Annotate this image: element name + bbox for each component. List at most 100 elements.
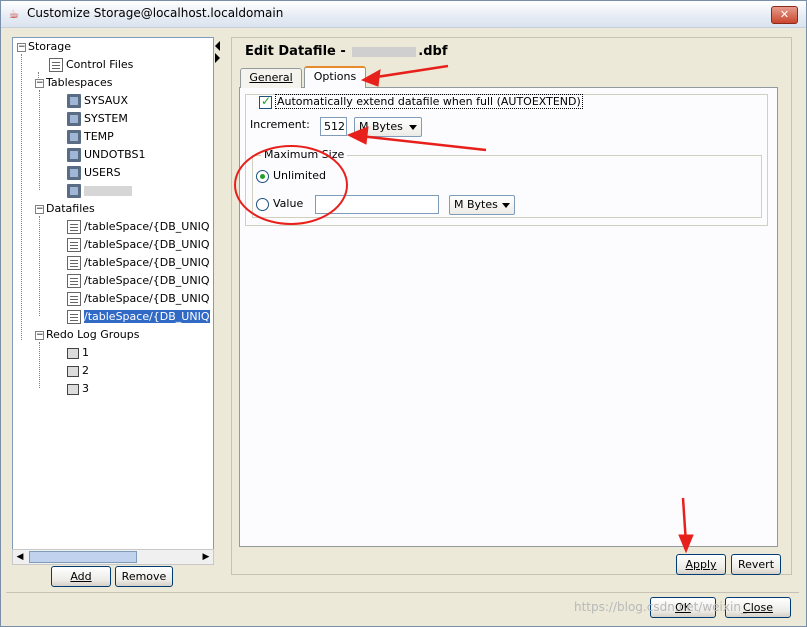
collapse-icon[interactable]: − [35, 78, 44, 88]
autoextend-label[interactable]: Automatically extend datafile when full … [275, 94, 583, 109]
max-size-unit-value: M Bytes [454, 198, 498, 211]
tree-label: Control Files [66, 58, 134, 71]
tab-options[interactable]: Options [304, 66, 366, 88]
value-label[interactable]: Value [273, 197, 303, 210]
database-icon [67, 94, 81, 108]
unlimited-radio[interactable] [256, 170, 269, 183]
database-icon [67, 130, 81, 144]
tree-label: SYSAUX [84, 94, 128, 107]
max-size-value-input[interactable] [315, 195, 439, 214]
file-icon [67, 220, 81, 234]
log-group-icon [67, 365, 79, 377]
revert-button-label: Revert [737, 558, 775, 571]
max-size-unit-select[interactable]: M Bytes [449, 195, 515, 215]
file-icon [67, 256, 81, 270]
maximum-size-title: Maximum Size [261, 148, 348, 161]
collapse-left-icon[interactable] [215, 41, 220, 51]
tree-node-tablespace[interactable]: USERS [67, 164, 121, 182]
add-button-label: Add [70, 570, 92, 583]
collapse-icon[interactable]: − [35, 330, 44, 340]
tree-label: Storage [28, 40, 72, 53]
file-icon [67, 274, 81, 288]
tab-label: General [249, 71, 293, 84]
tree-node-datafile[interactable]: /tableSpace/{DB_UNIQ [67, 218, 210, 236]
scroll-thumb[interactable] [29, 551, 137, 563]
tree-label: /tableSpace/{DB_UNIQ [84, 220, 210, 233]
increment-unit-select[interactable]: M Bytes [354, 117, 422, 137]
tree-label: /tableSpace/{DB_UNIQ [84, 238, 210, 251]
close-button-label: Close [743, 601, 773, 614]
tree-horizontal-scrollbar[interactable]: ◀ ▶ [12, 549, 214, 565]
tree-label: /tableSpace/{DB_UNIQ [84, 274, 210, 287]
tree-node-tablespace-redacted[interactable] [67, 182, 132, 200]
tree-node-datafile[interactable]: /tableSpace/{DB_UNIQ [67, 290, 210, 308]
database-icon [67, 112, 81, 126]
tree-label: 3 [82, 382, 89, 395]
tree-node-log-group[interactable]: 3 [67, 380, 89, 398]
tree-node-tablespace[interactable]: SYSTEM [67, 110, 128, 128]
increment-label: Increment: [250, 118, 310, 131]
close-window-button[interactable]: ✕ [771, 6, 798, 24]
autoextend-checkbox[interactable] [259, 94, 272, 109]
edit-datafile-title: Edit Datafile - .dbf [245, 44, 448, 59]
tree-node-datafile-selected[interactable]: /tableSpace/{DB_UNIQ [67, 308, 210, 326]
tab-general[interactable]: General [240, 68, 302, 88]
log-group-icon [67, 347, 79, 359]
tree-label: /tableSpace/{DB_UNIQ [84, 256, 210, 269]
tree-node-log-group[interactable]: 2 [67, 362, 89, 380]
tree-label: 2 [82, 364, 89, 377]
tree-node-datafile[interactable]: /tableSpace/{DB_UNIQ [67, 254, 210, 272]
chevron-down-icon [409, 125, 417, 130]
tree-node-redo-log-groups[interactable]: − Redo Log Groups [35, 326, 140, 344]
tree-label: UNDOTBS1 [84, 148, 146, 161]
expand-right-icon[interactable] [215, 53, 220, 63]
apply-button[interactable]: Apply [676, 554, 726, 575]
collapse-icon[interactable]: − [35, 204, 44, 214]
tree-node-storage[interactable]: − Storage [17, 38, 71, 56]
tree-node-log-group[interactable]: 1 [67, 344, 89, 362]
footer-divider [6, 592, 799, 593]
tree-label: /tableSpace/{DB_UNIQ [84, 310, 210, 323]
file-icon [67, 310, 81, 324]
tab-label: Options [313, 70, 357, 83]
tree-node-tablespaces[interactable]: − Tablespaces [35, 74, 112, 92]
tree-label: Tablespaces [46, 76, 113, 89]
watermark: https://blog.csdn.net/weixin_ [574, 600, 747, 614]
pane-splitter[interactable] [214, 37, 221, 565]
tree-node-tablespace[interactable]: TEMP [67, 128, 114, 146]
remove-button[interactable]: Remove [115, 566, 173, 587]
tree-label: USERS [84, 166, 121, 179]
window-title: Customize Storage@localhost.localdomain [27, 6, 284, 20]
collapse-icon[interactable]: − [17, 42, 26, 52]
storage-tree[interactable]: − Storage Control Files − Tablespaces SYSA… [12, 37, 214, 550]
tree-node-tablespace[interactable]: UNDOTBS1 [67, 146, 145, 164]
value-radio[interactable] [256, 198, 269, 211]
tree-node-datafiles[interactable]: − Datafiles [35, 200, 95, 218]
chevron-down-icon [502, 203, 510, 208]
scroll-left-icon[interactable]: ◀ [13, 550, 27, 564]
increment-input[interactable]: 512 [320, 117, 347, 136]
title-bar: ☕ Customize Storage@localhost.localdomai… [1, 1, 806, 28]
redacted-label [84, 186, 132, 196]
unlimited-label[interactable]: Unlimited [273, 169, 326, 182]
database-icon [67, 166, 81, 180]
tree-node-tablespace[interactable]: SYSAUX [67, 92, 128, 110]
tree-node-datafile[interactable]: /tableSpace/{DB_UNIQ [67, 236, 210, 254]
file-icon [67, 238, 81, 252]
tree-label: 1 [82, 346, 89, 359]
database-icon [67, 148, 81, 162]
tree-label: SYSTEM [84, 112, 128, 125]
scroll-right-icon[interactable]: ▶ [199, 550, 213, 564]
java-icon: ☕ [8, 7, 20, 21]
tree-label: Redo Log Groups [46, 328, 140, 341]
redacted-filename [352, 46, 417, 57]
file-icon [67, 292, 81, 306]
increment-unit-value: M Bytes [359, 120, 403, 133]
tree-node-control-files[interactable]: Control Files [49, 56, 133, 74]
tree-node-datafile[interactable]: /tableSpace/{DB_UNIQ [67, 272, 210, 290]
file-icon [49, 58, 63, 72]
tree-label: Datafiles [46, 202, 95, 215]
add-button[interactable]: Add [51, 566, 111, 587]
remove-button-label: Remove [121, 570, 167, 583]
revert-button[interactable]: Revert [731, 554, 781, 575]
